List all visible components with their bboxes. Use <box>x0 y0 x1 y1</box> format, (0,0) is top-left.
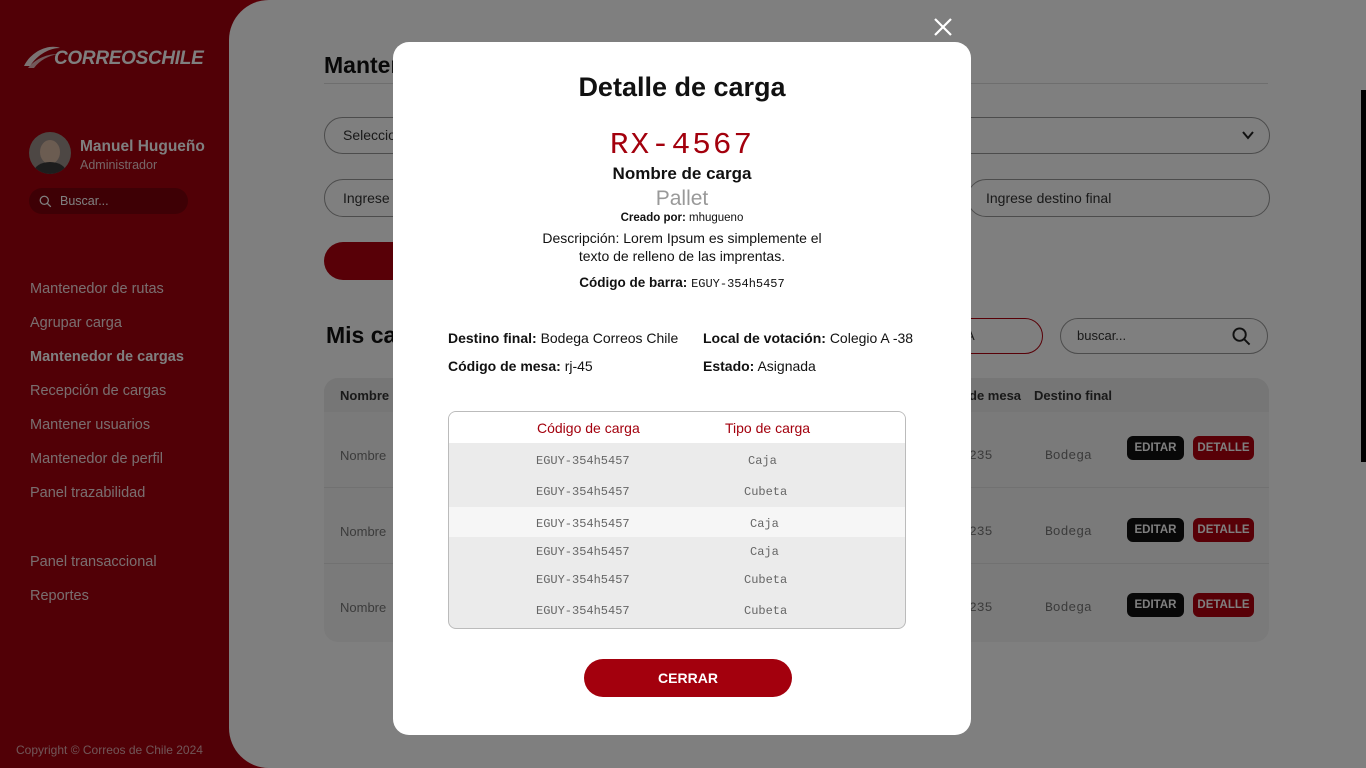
info-local-value: Colegio A -38 <box>829 330 914 346</box>
load-name: Nombre de carga <box>612 164 752 183</box>
item-code: EGUY-354h5457 <box>536 485 630 499</box>
item-type: Cubeta <box>744 573 788 587</box>
modal-title: Detalle de carga <box>578 72 786 102</box>
item-type: Cubeta <box>744 604 788 618</box>
th-tipo-carga: Tipo de carga <box>725 420 811 436</box>
list-item: EGUY-354h5457 Caja <box>449 507 905 537</box>
created-by-value: mhugueno <box>689 212 744 224</box>
item-code: EGUY-354h5457 <box>536 545 630 559</box>
info-estado-label: Estado: <box>703 358 755 374</box>
created-by: Creado por: mhugueno <box>393 212 971 224</box>
item-type: Caja <box>750 545 779 559</box>
info-estado-value: Asignada <box>757 358 816 374</box>
list-item: EGUY-354h5457 Caja <box>449 537 905 565</box>
info-mesa-value: rj-45 <box>564 358 593 374</box>
load-detail-modal: Detalle de carga RX-4567 Nombre de carga… <box>393 42 971 735</box>
item-code: EGUY-354h5457 <box>536 604 630 618</box>
list-item: EGUY-354h5457 Cubeta <box>449 474 905 505</box>
info-destino-label: Destino final: <box>448 330 537 346</box>
items-table: Código de carga Tipo de carga EGUY-354h5… <box>448 411 906 629</box>
list-item: EGUY-354h5457 Cubeta <box>449 593 905 628</box>
load-description: Descripción: Lorem Ipsum es simplemente … <box>542 230 822 264</box>
info-mesa-label: Código de mesa: <box>448 358 561 374</box>
close-modal-button[interactable]: CERRAR <box>584 659 792 697</box>
info-local-label: Local de votación: <box>703 330 826 346</box>
th-codigo-carga: Código de carga <box>537 420 640 436</box>
barcode-value: EGUY-354h5457 <box>691 277 785 291</box>
info-mesa: Código de mesa: rj-45 <box>448 358 593 374</box>
info-destino-value: Bodega Correos Chile <box>540 330 679 346</box>
item-code: EGUY-354h5457 <box>536 454 630 468</box>
info-estado: Estado: Asignada <box>703 358 816 374</box>
items-table-header: Código de carga Tipo de carga <box>449 412 905 443</box>
created-by-label: Creado por: <box>620 212 686 224</box>
info-local: Local de votación: Colegio A -38 <box>703 330 913 346</box>
item-code: EGUY-354h5457 <box>536 573 630 587</box>
barcode: Código de barra: EGUY-354h5457 <box>393 275 971 291</box>
item-type: Caja <box>750 517 779 531</box>
page-scrollbar[interactable] <box>1361 90 1366 462</box>
barcode-label: Código de barra: <box>579 275 688 290</box>
info-destino: Destino final: Bodega Correos Chile <box>448 330 678 346</box>
item-type: Cubeta <box>744 485 788 499</box>
load-type: Pallet <box>655 187 709 210</box>
close-icon[interactable] <box>932 16 954 38</box>
list-item: EGUY-354h5457 Caja <box>449 443 905 474</box>
list-item: EGUY-354h5457 Cubeta <box>449 565 905 593</box>
load-code: RX-4567 <box>609 128 755 163</box>
item-type: Caja <box>748 454 777 468</box>
item-code: EGUY-354h5457 <box>536 517 630 531</box>
